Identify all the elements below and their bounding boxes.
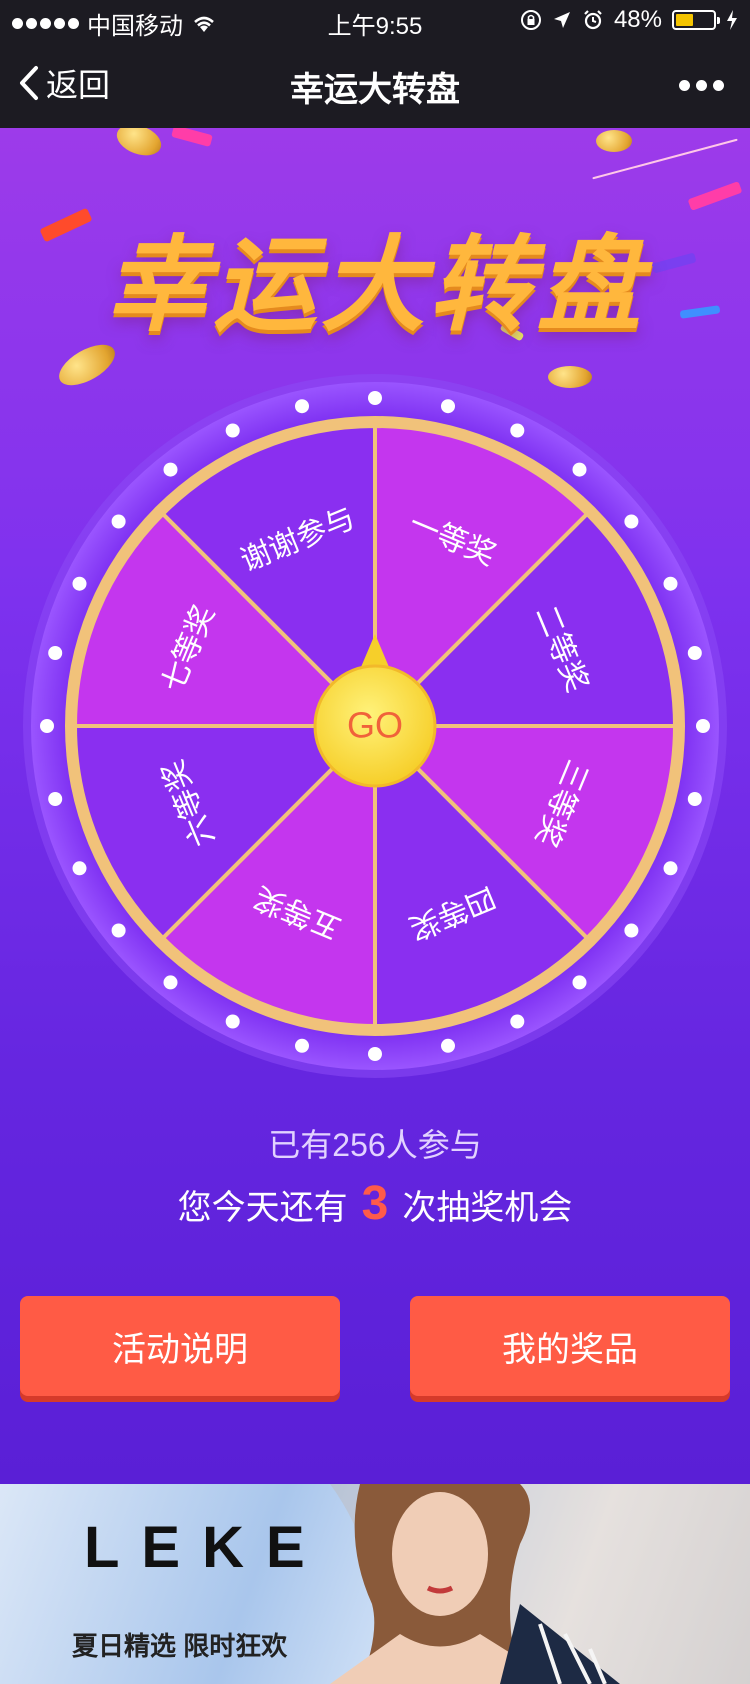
battery-percent: 48% (613, 6, 662, 33)
more-options-icon[interactable] (679, 80, 724, 91)
wheel-light (624, 923, 639, 938)
status-right: 48% (520, 6, 738, 34)
wheel-light (111, 923, 126, 938)
wheel-light (687, 792, 702, 806)
chances-prefix: 您今天还有 (177, 1189, 348, 1227)
brand-logo: LEKE (84, 1515, 327, 1580)
alarm-icon (584, 10, 602, 30)
prize-wheel: 一等奖二等奖三等奖四等奖五等奖六等奖七等奖谢谢参与 GO (23, 374, 727, 1078)
wheel-light (163, 462, 178, 477)
status-bar: 中国移动 上午9:55 48% (0, 0, 750, 40)
wheel-light (441, 399, 455, 414)
wheel-light (572, 462, 587, 477)
wheel-light (40, 719, 54, 733)
wheel-light (111, 514, 126, 529)
banner-slogan: 夏日精选 限时狂欢 (72, 1631, 288, 1661)
wheel-light (663, 861, 678, 876)
wheel-light (624, 514, 639, 529)
wheel-light (225, 1014, 240, 1029)
location-icon (553, 12, 570, 28)
wheel-light (510, 423, 525, 438)
promo-banner[interactable]: LEKE 夏日精选 限时狂欢 (0, 1484, 750, 1684)
wheel-light (72, 861, 87, 876)
wheel-light (295, 1038, 309, 1053)
wheel-light (72, 576, 87, 591)
wheel-light (696, 719, 710, 733)
page-title: 幸运大转盘 (290, 71, 460, 109)
my-prizes-button[interactable]: 我的奖品 (410, 1296, 730, 1396)
activity-rules-button[interactable]: 活动说明 (20, 1296, 340, 1396)
wheel-light (441, 1038, 455, 1053)
charging-icon (727, 10, 737, 30)
wheel-light (48, 646, 63, 660)
wheel-light (663, 576, 678, 591)
wheel-light (572, 975, 587, 990)
rotation-lock-icon (520, 10, 541, 30)
wheel-light (225, 423, 240, 438)
remaining-chances: 您今天还有 3 次抽奖机会 (0, 1176, 750, 1231)
wheel-light (368, 391, 382, 405)
wheel-light (163, 975, 178, 990)
lottery-main: 幸运大转盘 一等奖 二等奖 三等奖 四等奖 五等奖 六等奖 七等奖 谢谢参与 GO 已有256… (0, 128, 750, 1484)
wheel-light (510, 1014, 525, 1029)
participant-count: 已有256人参与 (268, 1127, 482, 1163)
wheel-light (295, 399, 309, 414)
chances-suffix: 次抽奖机会 (402, 1189, 573, 1227)
battery-icon (672, 10, 720, 30)
go-label: GO (347, 705, 403, 746)
nav-bar: 返回 幸运大转盘 (0, 40, 750, 128)
wheel-light (48, 792, 63, 806)
wheel-light (687, 646, 702, 660)
chances-count: 3 (361, 1177, 389, 1230)
wheel-light (368, 1047, 382, 1061)
